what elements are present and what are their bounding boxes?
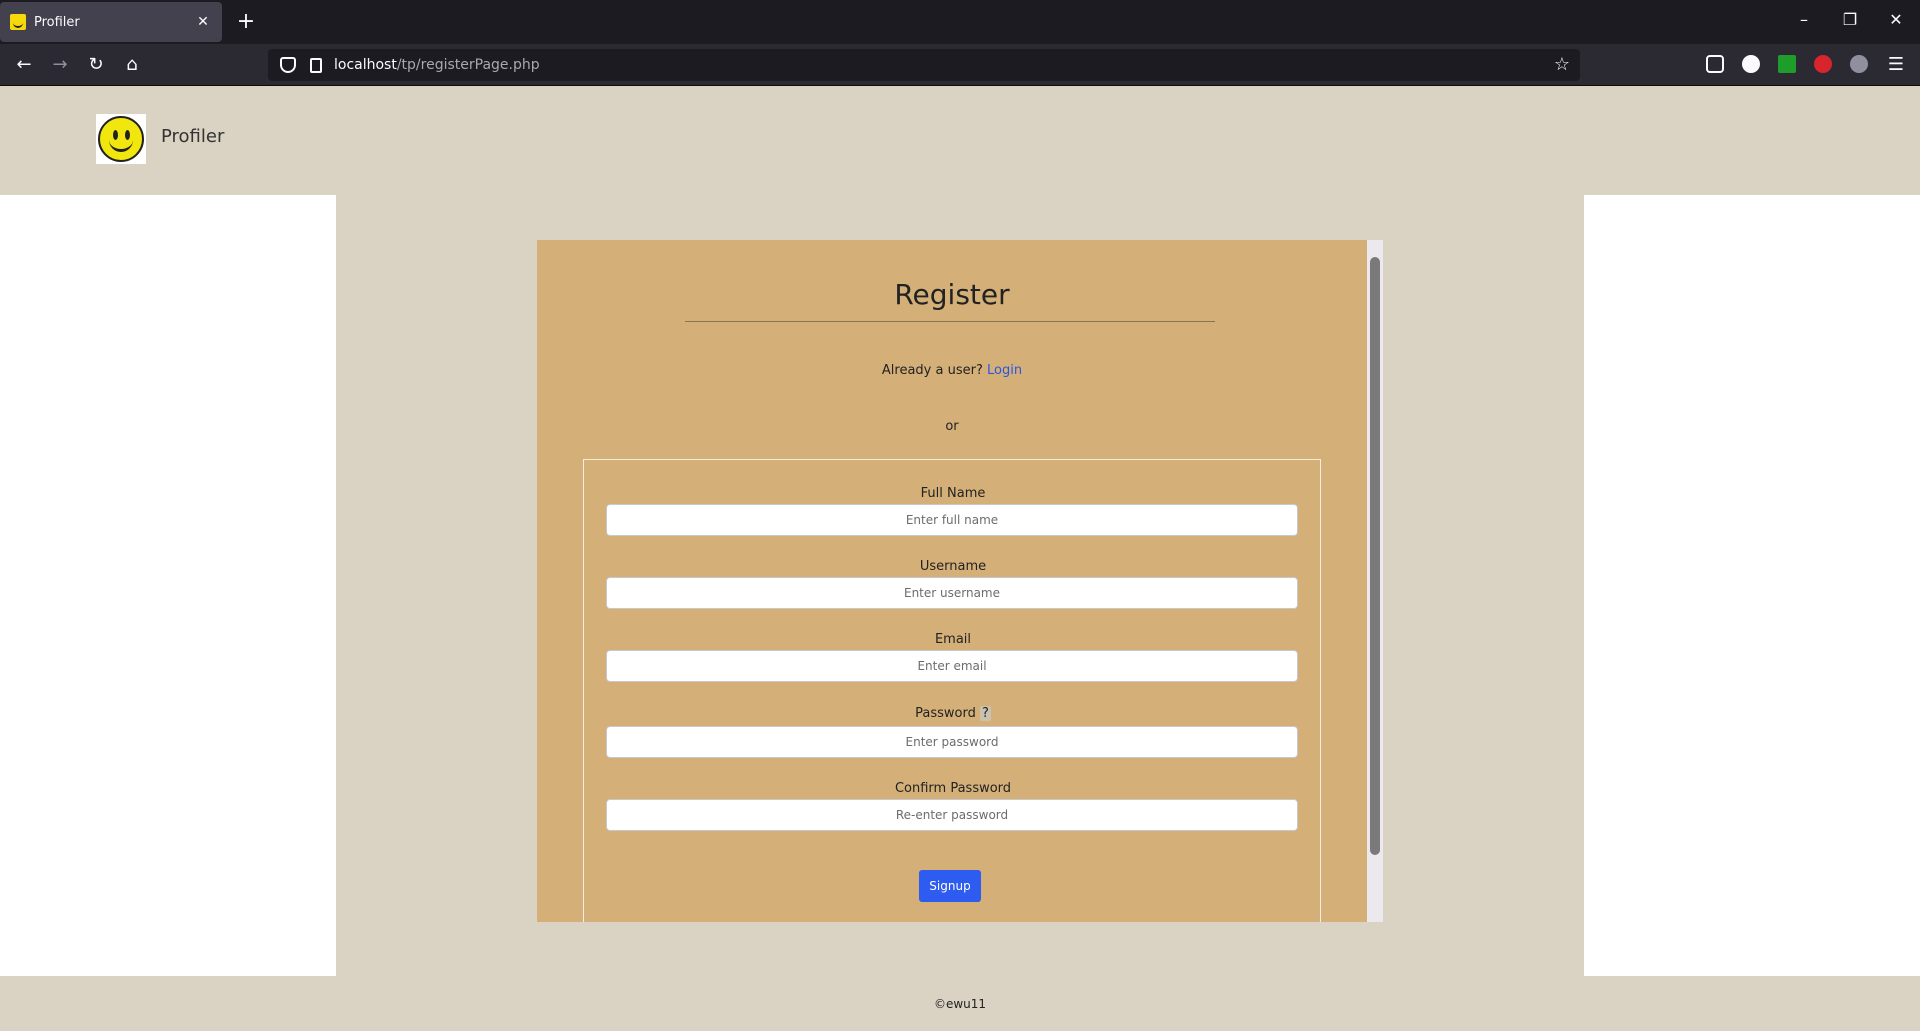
password-help-icon[interactable]: ? xyxy=(979,706,991,721)
extension-e-icon[interactable] xyxy=(1742,55,1760,73)
extensions-puzzle-icon[interactable] xyxy=(1850,55,1868,73)
email-input[interactable] xyxy=(606,650,1298,682)
url-text[interactable]: localhost/tp/registerPage.php xyxy=(334,57,540,73)
or-separator: or xyxy=(945,419,959,434)
privacy-extension-icon[interactable] xyxy=(1814,55,1832,73)
password-input[interactable] xyxy=(606,726,1298,758)
password-label-row: Password ? xyxy=(584,706,1322,721)
smiley-logo-icon[interactable] xyxy=(96,114,146,164)
new-tab-icon[interactable]: + xyxy=(234,10,258,34)
site-footer: ©ewu11 xyxy=(0,976,1920,1031)
scrollbar-thumb[interactable] xyxy=(1370,257,1380,855)
download-extension-icon[interactable] xyxy=(1778,55,1796,73)
bookmark-star-icon[interactable]: ☆ xyxy=(1554,54,1570,75)
confirm-password-input[interactable] xyxy=(606,799,1298,831)
home-icon[interactable]: ⌂ xyxy=(120,53,144,77)
browser-nav-bar: ← → ↻ ⌂ localhost/tp/registerPage.php ☆ … xyxy=(0,44,1920,86)
footer-copyright: ©ewu11 xyxy=(933,997,987,1011)
already-user-line: Already a user? Login xyxy=(537,363,1367,378)
full-name-label: Full Name xyxy=(920,486,986,501)
title-divider xyxy=(685,321,1215,322)
page-info-icon[interactable] xyxy=(310,57,322,73)
tracking-shield-icon[interactable] xyxy=(280,57,296,73)
confirm-password-label: Confirm Password xyxy=(894,781,1012,796)
signup-form: Full Name Username Email Password ? Conf… xyxy=(583,459,1321,922)
left-side-panel xyxy=(0,195,336,976)
minimize-icon[interactable]: – xyxy=(1792,10,1816,29)
username-label: Username xyxy=(919,559,987,574)
menu-hamburger-icon[interactable]: ☰ xyxy=(1884,53,1908,77)
close-window-icon[interactable]: ✕ xyxy=(1884,10,1908,29)
smiley-favicon-icon xyxy=(10,14,26,30)
site-brand[interactable]: Profiler xyxy=(161,126,224,147)
password-label: Password xyxy=(915,706,976,721)
username-input[interactable] xyxy=(606,577,1298,609)
back-icon[interactable]: ← xyxy=(12,53,36,77)
full-name-input[interactable] xyxy=(606,504,1298,536)
already-user-text: Already a user? xyxy=(881,363,983,378)
card-scrollbar[interactable] xyxy=(1367,240,1383,922)
browser-tab-bar: Profiler ✕ + – ❐ ✕ xyxy=(0,0,1920,44)
signup-button[interactable]: Signup xyxy=(919,870,981,902)
tab-title: Profiler xyxy=(34,14,80,30)
pocket-icon[interactable] xyxy=(1706,55,1724,73)
forward-icon[interactable]: → xyxy=(48,53,72,77)
url-bar[interactable]: localhost/tp/registerPage.php ☆ xyxy=(268,49,1580,81)
close-tab-icon[interactable]: ✕ xyxy=(194,14,212,30)
site-header: Profiler xyxy=(0,86,1920,195)
right-side-panel xyxy=(1584,195,1920,976)
register-card: Register Already a user? Login or Full N… xyxy=(537,240,1367,922)
page-title: Register xyxy=(894,278,1010,311)
email-label: Email xyxy=(934,632,972,647)
login-link[interactable]: Login xyxy=(987,363,1022,378)
browser-tab[interactable]: Profiler ✕ xyxy=(0,2,222,42)
reload-icon[interactable]: ↻ xyxy=(84,53,108,77)
restore-icon[interactable]: ❐ xyxy=(1838,10,1862,29)
